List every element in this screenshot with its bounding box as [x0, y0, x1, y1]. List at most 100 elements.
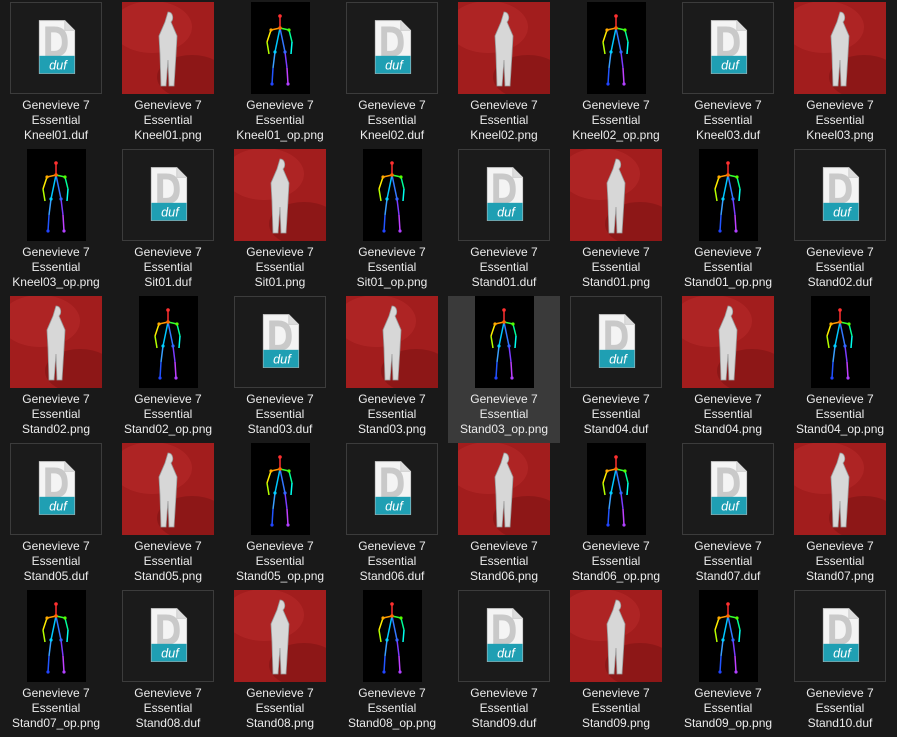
- file-item[interactable]: Genevieve 7 Essential Kneel02.png: [448, 2, 560, 149]
- file-name: Genevieve 7 Essential Stand03.png: [336, 392, 448, 437]
- file-name: Genevieve 7 Essential Stand05_op.png: [224, 539, 336, 584]
- file-name-line: Kneel01.png: [134, 128, 202, 142]
- file-name-line: Essential: [815, 407, 865, 421]
- file-name: Genevieve 7 Essential Kneel01.png: [112, 98, 224, 143]
- file-item[interactable]: Genevieve 7 Essential Stand06.png: [448, 443, 560, 590]
- duf-file-icon: duf: [710, 461, 748, 515]
- file-thumbnail: duf: [458, 149, 550, 241]
- file-item[interactable]: Genevieve 7 Essential Kneel03_op.png: [0, 149, 112, 296]
- file-item[interactable]: duf Genevieve 7 Essential Stand07.duf: [672, 443, 784, 590]
- pose-render-image: [122, 443, 214, 535]
- file-name-line: Stand06_op.png: [571, 569, 661, 583]
- file-name-line: Genevieve 7: [134, 98, 202, 112]
- file-item[interactable]: Genevieve 7 Essential Stand01.png: [560, 149, 672, 296]
- file-thumbnail: duf: [122, 149, 214, 241]
- svg-text:duf: duf: [273, 352, 292, 367]
- file-item[interactable]: Genevieve 7 Essential Stand08_op.png: [336, 590, 448, 737]
- pose-render-image: [10, 296, 102, 388]
- openpose-skeleton-image: [811, 296, 870, 388]
- file-item[interactable]: Genevieve 7 Essential Stand09.png: [560, 590, 672, 737]
- file-item[interactable]: Genevieve 7 Essential Stand07.png: [784, 443, 896, 590]
- file-name-line: Essential: [255, 407, 305, 421]
- file-item[interactable]: duf Genevieve 7 Essential Stand06.duf: [336, 443, 448, 590]
- file-name-line: Stand04.duf: [583, 422, 649, 436]
- file-item[interactable]: duf Genevieve 7 Essential Stand03.duf: [224, 296, 336, 443]
- file-name-line: Genevieve 7: [694, 245, 762, 259]
- file-item[interactable]: Genevieve 7 Essential Sit01_op.png: [336, 149, 448, 296]
- pose-render-image: [458, 443, 550, 535]
- file-item[interactable]: duf Genevieve 7 Essential Stand05.duf: [0, 443, 112, 590]
- file-item[interactable]: Genevieve 7 Essential Kneel01_op.png: [224, 2, 336, 149]
- pose-render-image: [570, 590, 662, 682]
- file-name: Genevieve 7 Essential Stand09.png: [560, 686, 672, 731]
- file-name-line: Genevieve 7: [470, 539, 538, 553]
- file-name-line: Essential: [815, 260, 865, 274]
- file-name-line: Stand10.duf: [807, 716, 873, 730]
- file-item[interactable]: Genevieve 7 Essential Sit01.png: [224, 149, 336, 296]
- file-item[interactable]: Genevieve 7 Essential Kneel03.png: [784, 2, 896, 149]
- duf-file-icon: duf: [150, 167, 188, 221]
- svg-text:duf: duf: [721, 499, 740, 514]
- file-name-line: Essential: [367, 260, 417, 274]
- file-thumbnail: duf: [346, 443, 438, 535]
- file-name-line: Essential: [31, 701, 81, 715]
- file-name-line: Stand06.duf: [359, 569, 425, 583]
- file-name-line: Essential: [703, 554, 753, 568]
- file-item[interactable]: Genevieve 7 Essential Stand05.png: [112, 443, 224, 590]
- file-item[interactable]: Genevieve 7 Essential Stand02_op.png: [112, 296, 224, 443]
- svg-text:duf: duf: [385, 58, 404, 73]
- file-name: Genevieve 7 Essential Stand04_op.png: [784, 392, 896, 437]
- file-name-line: Essential: [255, 260, 305, 274]
- file-item[interactable]: Genevieve 7 Essential Stand01_op.png: [672, 149, 784, 296]
- file-name: Genevieve 7 Essential Stand02.png: [0, 392, 112, 437]
- file-grid: duf Genevieve 7 Essential Kneel01.duf Gene…: [0, 0, 897, 732]
- file-item[interactable]: Genevieve 7 Essential Kneel01.png: [112, 2, 224, 149]
- file-item[interactable]: duf Genevieve 7 Essential Stand09.duf: [448, 590, 560, 737]
- file-name-line: Essential: [31, 113, 81, 127]
- file-item[interactable]: Genevieve 7 Essential Stand02.png: [0, 296, 112, 443]
- file-item[interactable]: duf Genevieve 7 Essential Kneel02.duf: [336, 2, 448, 149]
- file-item[interactable]: duf Genevieve 7 Essential Stand10.duf: [784, 590, 896, 737]
- file-item[interactable]: duf Genevieve 7 Essential Kneel03.duf: [672, 2, 784, 149]
- file-item[interactable]: Genevieve 7 Essential Stand03.png: [336, 296, 448, 443]
- file-item[interactable]: duf Genevieve 7 Essential Sit01.duf: [112, 149, 224, 296]
- file-name-line: Essential: [143, 554, 193, 568]
- file-item[interactable]: Genevieve 7 Essential Stand08.png: [224, 590, 336, 737]
- file-thumbnail: [794, 443, 886, 535]
- pose-render-image: [234, 149, 326, 241]
- file-name-line: Genevieve 7: [806, 245, 874, 259]
- file-name-line: Essential: [367, 113, 417, 127]
- file-item[interactable]: Genevieve 7 Essential Stand09_op.png: [672, 590, 784, 737]
- file-thumbnail: [346, 296, 438, 388]
- file-item[interactable]: duf Genevieve 7 Essential Stand01.duf: [448, 149, 560, 296]
- file-item[interactable]: duf Genevieve 7 Essential Kneel01.duf: [0, 2, 112, 149]
- file-item[interactable]: duf Genevieve 7 Essential Stand08.duf: [112, 590, 224, 737]
- file-name-line: Stand05.png: [133, 569, 203, 583]
- file-name-line: Stand08_op.png: [347, 716, 437, 730]
- file-name-line: Stand01.duf: [471, 275, 537, 289]
- file-item[interactable]: Genevieve 7 Essential Stand05_op.png: [224, 443, 336, 590]
- file-name-line: Kneel02.duf: [359, 128, 425, 142]
- file-item[interactable]: Genevieve 7 Essential Stand06_op.png: [560, 443, 672, 590]
- file-item[interactable]: duf Genevieve 7 Essential Stand02.duf: [784, 149, 896, 296]
- duf-file-icon: duf: [38, 461, 76, 515]
- openpose-skeleton-image: [587, 2, 646, 94]
- file-name-line: Genevieve 7: [22, 539, 90, 553]
- file-thumbnail: [122, 443, 214, 535]
- file-name-line: Genevieve 7: [470, 245, 538, 259]
- file-item[interactable]: Genevieve 7 Essential Kneel02_op.png: [560, 2, 672, 149]
- file-name: Genevieve 7 Essential Sit01_op.png: [336, 245, 448, 290]
- file-name: Genevieve 7 Essential Stand02_op.png: [112, 392, 224, 437]
- file-thumbnail: duf: [10, 2, 102, 94]
- file-item[interactable]: Genevieve 7 Essential Stand07_op.png: [0, 590, 112, 737]
- file-name-line: Essential: [367, 554, 417, 568]
- file-thumbnail: [122, 2, 214, 94]
- file-name-line: Kneel01.duf: [23, 128, 89, 142]
- openpose-skeleton-image: [139, 296, 198, 388]
- file-name-line: Essential: [31, 407, 81, 421]
- file-item[interactable]: Genevieve 7 Essential Stand04_op.png: [784, 296, 896, 443]
- file-item[interactable]: Genevieve 7 Essential Stand04.png: [672, 296, 784, 443]
- file-item[interactable]: Genevieve 7 Essential Stand03_op.png: [448, 296, 560, 443]
- file-item[interactable]: duf Genevieve 7 Essential Stand04.duf: [560, 296, 672, 443]
- file-name-line: Stand06.png: [469, 569, 539, 583]
